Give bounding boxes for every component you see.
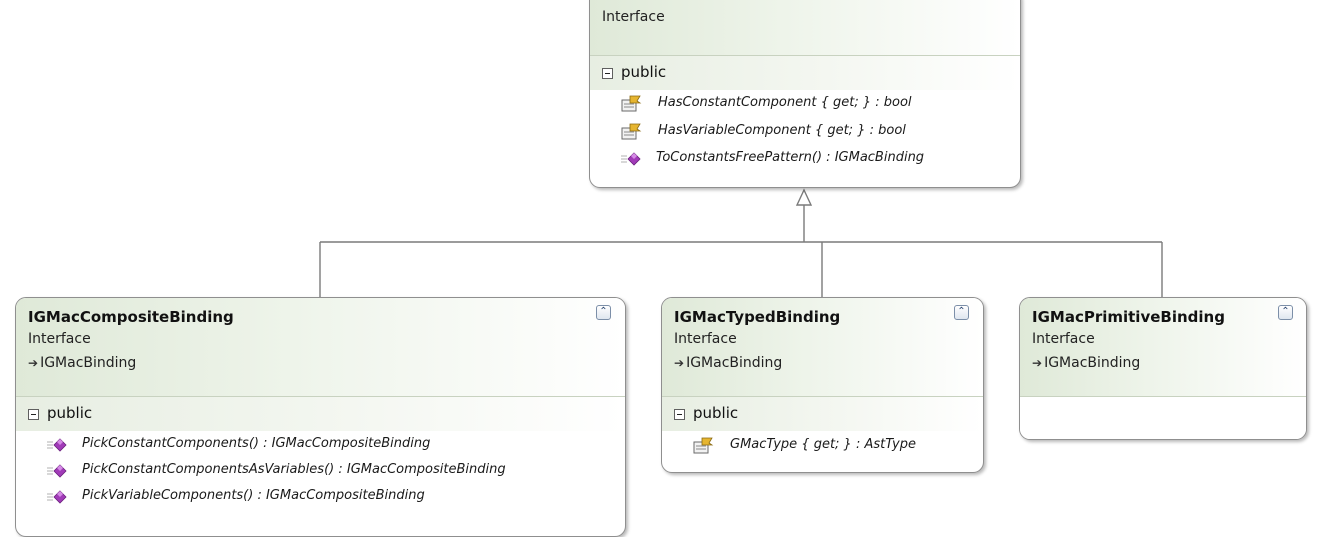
typed-public-toggle[interactable]: [674, 409, 685, 420]
property-icon: [620, 123, 642, 141]
member-property-1[interactable]: HasConstantComponent { get; } : bool: [620, 93, 1020, 115]
class-stereotype: Interface: [28, 331, 91, 347]
class-inherits: ➔ IGMacBinding: [1032, 355, 1140, 371]
member-text: PickConstantComponents() : IGMacComposit…: [82, 436, 431, 451]
typed-binding-box[interactable]: IGMacTypedBinding Interface ➔ IGMacBindin…: [661, 297, 984, 473]
inherits-arrow-icon: ➔: [674, 356, 685, 370]
typed-binding-header: IGMacTypedBinding Interface ➔ IGMacBindin…: [662, 298, 983, 396]
member-text: ToConstantsFreePattern() : IGMacBinding: [656, 150, 925, 165]
composite-public-toggle[interactable]: [28, 409, 39, 420]
primitive-binding-box[interactable]: IGMacPrimitiveBinding Interface ➔ IGMacBi…: [1019, 297, 1307, 440]
parent-public-section: public: [590, 55, 1020, 90]
collapse-button[interactable]: ⌃: [1278, 305, 1293, 320]
parent-stereotype: Interface: [602, 9, 665, 25]
class-stereotype: Interface: [674, 331, 737, 347]
inherits-name: IGMacBinding: [40, 355, 137, 371]
parent-public-toggle[interactable]: [602, 68, 613, 79]
parent-interface-box[interactable]: Interface public HasConstantComponent { …: [589, 0, 1021, 188]
method-icon: [46, 462, 68, 480]
collapse-button[interactable]: ⌃: [954, 305, 969, 320]
class-inherits: ➔ IGMacBinding: [674, 355, 782, 371]
inherits-arrow-icon: ➔: [28, 356, 39, 370]
inherits-name: IGMacBinding: [686, 355, 783, 371]
member-text: HasConstantComponent { get; } : bool: [658, 95, 912, 110]
member-text: GMacType { get; } : AstType: [730, 437, 916, 452]
method-icon: [46, 488, 68, 506]
property-icon: [620, 95, 642, 113]
member-method-3[interactable]: PickVariableComponents() : IGMacComposit…: [46, 486, 625, 508]
typed-public-section: public: [662, 396, 983, 431]
method-icon: [46, 436, 68, 454]
inherits-name: IGMacBinding: [1044, 355, 1141, 371]
composite-public-section: public: [16, 396, 625, 431]
primitive-binding-header: IGMacPrimitiveBinding Interface ➔ IGMacBi…: [1020, 298, 1306, 396]
member-property-2[interactable]: HasVariableComponent { get; } : bool: [620, 121, 1020, 143]
member-property-1[interactable]: GMacType { get; } : AstType: [692, 435, 983, 457]
member-text: PickVariableComponents() : IGMacComposit…: [82, 488, 425, 503]
method-icon: [620, 150, 642, 168]
composite-binding-box[interactable]: IGMacCompositeBinding Interface ➔ IGMacBi…: [15, 297, 626, 537]
member-text: PickConstantComponentsAsVariables() : IG…: [82, 462, 506, 477]
member-method-1[interactable]: PickConstantComponents() : IGMacComposit…: [46, 434, 625, 456]
class-stereotype: Interface: [1032, 331, 1095, 347]
composite-public-label: public: [47, 404, 93, 422]
parent-public-label: public: [621, 63, 667, 81]
member-text: HasVariableComponent { get; } : bool: [658, 123, 906, 138]
collapse-button[interactable]: ⌃: [596, 305, 611, 320]
class-title: IGMacCompositeBinding: [28, 308, 234, 326]
typed-public-label: public: [693, 404, 739, 422]
composite-binding-header: IGMacCompositeBinding Interface ➔ IGMacBi…: [16, 298, 625, 396]
inheritance-arrowhead: [795, 188, 813, 206]
member-method-2[interactable]: PickConstantComponentsAsVariables() : IG…: [46, 460, 625, 482]
parent-interface-header: Interface: [590, 0, 1020, 55]
inherits-arrow-icon: ➔: [1032, 356, 1043, 370]
primitive-empty-body: [1020, 396, 1306, 439]
class-title: IGMacTypedBinding: [674, 308, 841, 326]
member-method-1[interactable]: ToConstantsFreePattern() : IGMacBinding: [620, 148, 1020, 170]
property-icon: [692, 437, 714, 455]
class-title: IGMacPrimitiveBinding: [1032, 308, 1225, 326]
class-inherits: ➔ IGMacBinding: [28, 355, 136, 371]
